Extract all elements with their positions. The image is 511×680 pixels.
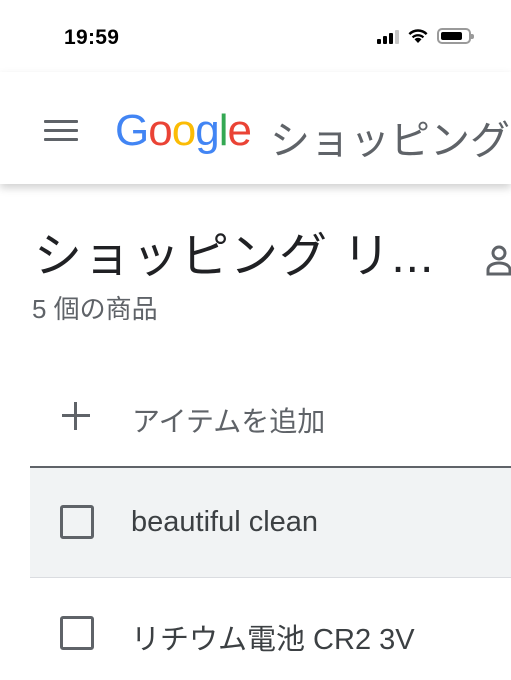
google-logo[interactable]: Google	[115, 106, 252, 156]
checkbox-icon[interactable]	[60, 505, 94, 539]
signal-icon	[377, 29, 399, 44]
share-person-icon[interactable]	[486, 244, 511, 276]
checkbox-icon[interactable]	[60, 616, 94, 650]
status-time: 19:59	[64, 26, 120, 49]
battery-icon	[437, 28, 474, 44]
item-count: 5 個の商品	[32, 294, 158, 324]
menu-icon[interactable]	[44, 120, 78, 144]
app-title: ショッピング	[270, 119, 510, 163]
list-item[interactable]: beautiful clean	[30, 468, 511, 578]
status-icons	[377, 28, 474, 44]
plus-icon[interactable]	[60, 400, 92, 432]
app-bar: Google ショッピング	[0, 72, 511, 184]
list-item[interactable]: リチウム電池 CR2 3V	[30, 578, 511, 680]
list-item-label[interactable]: リチウム電池 CR2 3V	[131, 616, 415, 658]
status-bar: 19:59	[0, 0, 511, 72]
add-item-placeholder[interactable]: アイテムを追加	[132, 400, 325, 440]
list-item-label[interactable]: beautiful clean	[131, 506, 318, 539]
list-title[interactable]: ショッピング リ...	[34, 216, 434, 286]
wifi-icon	[408, 29, 428, 43]
add-item-row[interactable]: アイテムを追加	[30, 380, 511, 468]
